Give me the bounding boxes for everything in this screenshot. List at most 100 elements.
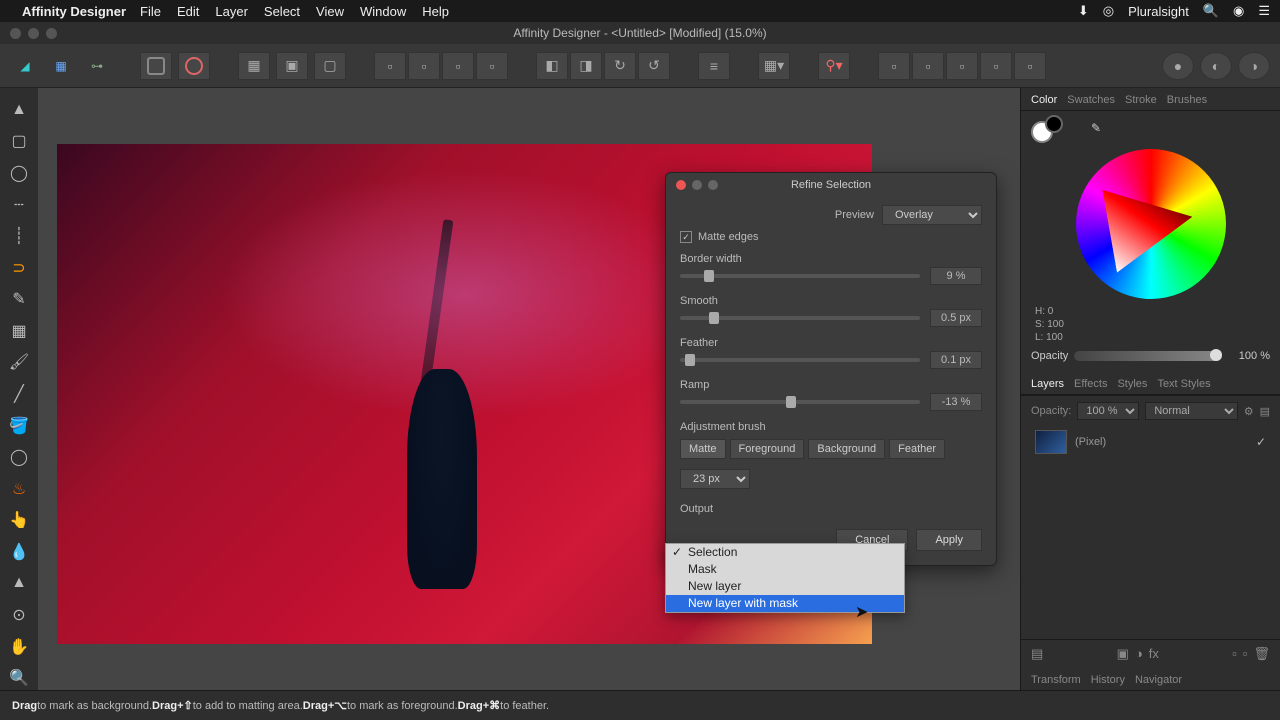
mask-icon[interactable]: ▣ xyxy=(1117,646,1129,662)
smudge-tool-icon[interactable]: 👆 xyxy=(7,509,31,533)
lasso-tool-icon[interactable]: ⊃ xyxy=(7,256,31,280)
tab-navigator[interactable]: Navigator xyxy=(1135,674,1182,686)
minimize-window-icon[interactable] xyxy=(28,28,39,39)
layer-thumbnail[interactable] xyxy=(1035,430,1067,454)
border-width-value[interactable]: 9 % xyxy=(930,267,982,285)
brush-mode-foreground[interactable]: Foreground xyxy=(730,439,805,459)
border-width-slider[interactable] xyxy=(680,274,920,278)
ramp-slider[interactable] xyxy=(680,400,920,404)
marquee-rect-tool-icon[interactable]: ▢ xyxy=(7,130,31,154)
clone-tool-icon[interactable]: ⊙ xyxy=(7,603,31,627)
fx-icon[interactable]: fx xyxy=(1149,646,1159,662)
paint-brush-tool-icon[interactable]: 🖌 xyxy=(7,351,31,375)
opacity-slider[interactable] xyxy=(1074,351,1222,361)
align-1-button[interactable]: ▫ xyxy=(374,52,406,80)
menu-help[interactable]: Help xyxy=(422,4,449,19)
zoom-window-icon[interactable] xyxy=(46,28,57,39)
layer-visibility-check-icon[interactable]: ✓ xyxy=(1256,435,1266,449)
ramp-value[interactable]: -13 % xyxy=(930,393,982,411)
apply-button[interactable]: Apply xyxy=(916,529,982,551)
feather-slider[interactable] xyxy=(680,358,920,362)
snap-grid-button[interactable]: ▦ xyxy=(238,52,270,80)
align-4-button[interactable]: ▫ xyxy=(476,52,508,80)
brush-mode-feather[interactable]: Feather xyxy=(889,439,945,459)
marquee-col-tool-icon[interactable]: ┊ xyxy=(7,224,31,248)
color-wheel[interactable] xyxy=(1076,149,1226,299)
fill-tool-icon[interactable]: 🪣 xyxy=(7,414,31,438)
settings-gear-icon[interactable]: ⚙ xyxy=(1244,405,1254,418)
broad-brush-tool-icon[interactable]: ╱ xyxy=(7,382,31,406)
menu-layer[interactable]: Layer xyxy=(215,4,248,19)
marquee-row-tool-icon[interactable]: ┄ xyxy=(7,193,31,217)
menu-edit[interactable]: Edit xyxy=(177,4,199,19)
smooth-value[interactable]: 0.5 px xyxy=(930,309,982,327)
menu-window[interactable]: Window xyxy=(360,4,406,19)
add-pixel-layer-icon[interactable]: ▫ xyxy=(1243,646,1248,662)
dialog-close-icon[interactable] xyxy=(676,180,686,190)
burn-tool-icon[interactable]: ♨ xyxy=(7,477,31,501)
sync-icon[interactable]: ◎ xyxy=(1103,3,1114,19)
persona-designer-icon[interactable]: ◢ xyxy=(10,51,40,81)
shape-poly-button[interactable] xyxy=(140,52,172,80)
adjustment-icon[interactable]: ◑ xyxy=(1135,646,1143,662)
rotate-cw-button[interactable]: ↻ xyxy=(604,52,636,80)
flip-v-button[interactable]: ◨ xyxy=(570,52,602,80)
output-option-mask[interactable]: Mask xyxy=(666,561,904,578)
layer-item[interactable]: (Pixel) ✓ xyxy=(1031,426,1270,458)
bool-sub-button[interactable]: ▫ xyxy=(912,52,944,80)
dodge-tool-icon[interactable]: 💧 xyxy=(7,540,31,564)
tab-history[interactable]: History xyxy=(1091,674,1125,686)
panel-menu-icon[interactable]: ▤ xyxy=(1260,405,1270,418)
output-option-new-layer-with-mask[interactable]: New layer with mask xyxy=(666,595,904,612)
eyedropper-icon[interactable]: ✎ xyxy=(1091,121,1101,143)
grid-toggle-button[interactable]: ▦▾ xyxy=(758,52,790,80)
bool-div-button[interactable]: ▫ xyxy=(1014,52,1046,80)
hand-tool-icon[interactable]: ✋ xyxy=(7,635,31,659)
zoom-blur-tool-icon[interactable]: ◯ xyxy=(7,445,31,469)
persona-pixel-icon[interactable]: ▦ xyxy=(46,51,76,81)
tab-swatches[interactable]: Swatches xyxy=(1067,94,1115,106)
tab-transform[interactable]: Transform xyxy=(1031,674,1081,686)
add-layer-icon[interactable]: ▫ xyxy=(1232,646,1237,662)
spotlight-icon[interactable]: 🔍 xyxy=(1203,3,1219,19)
tab-brushes[interactable]: Brushes xyxy=(1167,94,1207,106)
siri-icon[interactable]: ◉ xyxy=(1233,3,1244,19)
view-mode-2-button[interactable]: ◐ xyxy=(1200,52,1232,80)
delete-layer-icon[interactable]: 🗑 xyxy=(1253,646,1270,662)
zoom-tool-icon[interactable]: 🔍 xyxy=(7,666,31,690)
close-window-icon[interactable] xyxy=(10,28,21,39)
checkbox-checked-icon[interactable]: ✓ xyxy=(680,231,692,243)
flip-h-button[interactable]: ◧ xyxy=(536,52,568,80)
dropbox-icon[interactable]: ⬇ xyxy=(1078,3,1089,19)
app-name[interactable]: Affinity Designer xyxy=(22,4,126,19)
bool-xor-button[interactable]: ▫ xyxy=(980,52,1012,80)
move-tool-icon[interactable]: ▲ xyxy=(7,98,31,122)
shape-circle-button[interactable] xyxy=(178,52,210,80)
background-swatch[interactable] xyxy=(1045,115,1063,133)
menubar-list-icon[interactable]: ☰ xyxy=(1258,3,1270,19)
view-mode-1-button[interactable]: ● xyxy=(1162,52,1194,80)
output-dropdown[interactable]: Selection Mask New layer New layer with … xyxy=(665,543,905,613)
matte-edges-checkbox[interactable]: ✓ Matte edges xyxy=(680,231,982,243)
sharpen-tool-icon[interactable]: ▲ xyxy=(7,572,31,596)
tab-stroke[interactable]: Stroke xyxy=(1125,94,1157,106)
smooth-slider[interactable] xyxy=(680,316,920,320)
dialog-titlebar[interactable]: Refine Selection xyxy=(666,173,996,197)
arrange-button[interactable]: ≡ xyxy=(698,52,730,80)
menu-file[interactable]: File xyxy=(140,4,161,19)
tab-text-styles[interactable]: Text Styles xyxy=(1157,378,1210,390)
snap-bounds-button[interactable]: ▢ xyxy=(314,52,346,80)
pixel-grid-tool-icon[interactable]: ▦ xyxy=(7,319,31,343)
persona-export-icon[interactable]: ⊶ xyxy=(82,51,112,81)
blend-mode-select[interactable]: Normal xyxy=(1145,402,1237,420)
tab-color[interactable]: Color xyxy=(1031,94,1057,106)
brush-tool-icon[interactable]: ✎ xyxy=(7,287,31,311)
tab-effects[interactable]: Effects xyxy=(1074,378,1107,390)
layer-stack-icon[interactable]: ▤ xyxy=(1031,646,1043,662)
bool-add-button[interactable]: ▫ xyxy=(878,52,910,80)
brush-mode-background[interactable]: Background xyxy=(808,439,885,459)
layer-opacity-select[interactable]: 100 % xyxy=(1077,402,1139,420)
view-mode-3-button[interactable]: ◑ xyxy=(1238,52,1270,80)
brush-mode-matte[interactable]: Matte xyxy=(680,439,726,459)
snapping-button[interactable]: ⚲▾ xyxy=(818,52,850,80)
